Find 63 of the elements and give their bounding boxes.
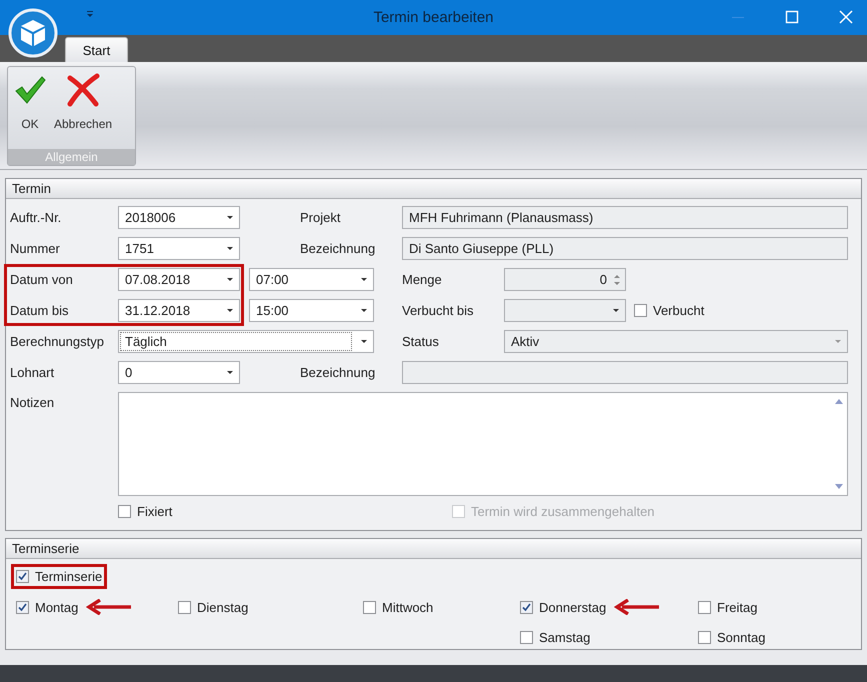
field-label: Auftr.-Nr. <box>10 210 62 225</box>
check-icon <box>521 602 532 612</box>
combo-box[interactable]: Aktiv <box>504 330 848 353</box>
caret-icon <box>835 340 841 343</box>
text-field[interactable] <box>402 361 848 384</box>
checkbox[interactable]: Montag <box>16 600 78 614</box>
dropdown-icon[interactable] <box>86 10 94 18</box>
field-label: Berechnungstyp <box>10 334 105 349</box>
number-field[interactable]: 0 <box>504 268 626 291</box>
combo-box[interactable]: Täglich <box>118 330 374 353</box>
checkbox[interactable]: Fixiert <box>118 504 172 519</box>
caret-icon <box>227 371 233 374</box>
caret-icon <box>227 216 233 219</box>
time-field[interactable]: 07:00 <box>249 268 374 291</box>
checkbox[interactable]: Dienstag <box>178 600 248 614</box>
checkbox[interactable]: Mittwoch <box>363 600 434 614</box>
field-label: Bezeichnung <box>300 365 376 380</box>
date-field[interactable] <box>504 299 626 322</box>
ribbon-button[interactable]: OK <box>12 73 48 149</box>
field-label: Datum bis <box>10 303 70 318</box>
field-label: Verbucht bis <box>402 303 475 318</box>
date-field[interactable]: 31.12.2018 <box>118 299 240 322</box>
checkbox[interactable]: Freitag <box>698 600 758 614</box>
caret-icon <box>227 309 233 312</box>
cross-icon <box>65 73 102 107</box>
check-icon <box>17 602 28 612</box>
close-icon[interactable] <box>839 10 853 24</box>
checkbox[interactable]: Donnerstag <box>520 600 606 614</box>
caret-icon <box>361 278 367 281</box>
checkbox[interactable]: Sonntag <box>698 630 766 644</box>
caret-icon <box>613 309 619 312</box>
section-header: Termin <box>6 179 861 199</box>
time-field[interactable]: 15:00 <box>249 299 374 322</box>
window-title: Termin bearbeiten <box>373 9 494 26</box>
text-field[interactable]: MFH Fuhrimann (Planausmass) <box>402 206 848 229</box>
checkbox[interactable]: Samstag <box>520 630 590 644</box>
field-label: Nummer <box>10 241 61 256</box>
caret-icon <box>227 247 233 250</box>
combo-box[interactable]: 2018006 <box>118 206 240 229</box>
caret-icon <box>227 278 233 281</box>
ribbon-tab[interactable]: Start <box>65 37 128 62</box>
caret-icon <box>361 340 367 343</box>
field-label: Menge <box>402 272 443 287</box>
check-icon <box>17 571 28 582</box>
checkbox[interactable]: Verbucht <box>634 303 704 318</box>
notes-field[interactable] <box>118 392 848 496</box>
ribbon-button[interactable]: Abbrechen <box>52 73 114 149</box>
date-field[interactable]: 07.08.2018 <box>118 268 240 291</box>
field-label: Bezeichnung <box>300 241 376 256</box>
field-label: Notizen <box>10 394 56 410</box>
maximize-icon[interactable] <box>785 10 799 24</box>
combo-box[interactable]: 0 <box>118 361 240 384</box>
field-label: Lohnart <box>10 365 56 380</box>
group-label: Allgemein <box>8 149 135 165</box>
text-field[interactable]: Di Santo Giuseppe (PLL) <box>402 237 848 260</box>
section-header: Terminserie <box>6 539 861 559</box>
field-label: Projekt <box>300 210 342 225</box>
caret-icon <box>361 309 367 312</box>
field-label: Status <box>402 334 440 349</box>
spinner-icon[interactable] <box>613 272 621 286</box>
field-label: Datum von <box>10 272 74 287</box>
checkbox[interactable]: Terminserie <box>11 564 108 589</box>
combo-box[interactable]: 1751 <box>118 237 240 260</box>
